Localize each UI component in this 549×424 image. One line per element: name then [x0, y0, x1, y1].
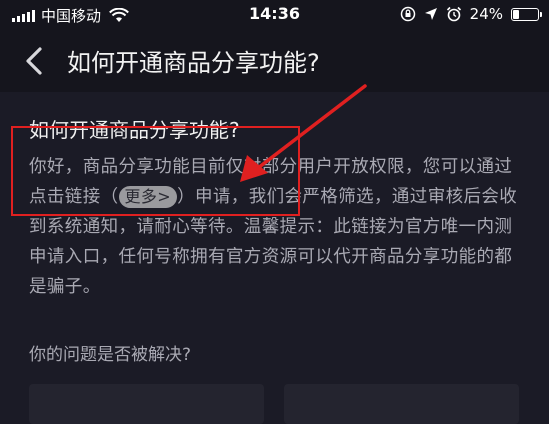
resolved-question: 你的问题是否被解决?	[29, 345, 192, 365]
article-body: 你好，商品分享功能目前仅对部分用户开放权限，您可以通过点击链接（ 更多> ）申请，我…	[29, 152, 529, 302]
back-button[interactable]	[18, 44, 52, 78]
alarm-icon	[446, 6, 461, 22]
status-right: 24%	[400, 5, 542, 23]
feedback-option-yes[interactable]	[29, 384, 264, 424]
rotation-lock-icon	[400, 6, 415, 22]
chevron-left-icon	[26, 47, 42, 75]
status-bar: 中国移动 14:36 24%	[0, 0, 549, 30]
nav-bar: 如何开通商品分享功能?	[0, 30, 549, 92]
article-content: 如何开通商品分享功能? 你好，商品分享功能目前仅对部分用户开放权限，您可以通过点…	[0, 92, 549, 424]
battery-icon	[511, 7, 542, 21]
battery-fill	[513, 9, 519, 19]
location-icon	[424, 8, 437, 20]
feedback-option-no[interactable]	[284, 384, 519, 424]
article-title: 如何开通商品分享功能?	[29, 118, 240, 142]
more-link[interactable]: 更多>	[118, 186, 178, 208]
nav-title: 如何开通商品分享功能?	[67, 49, 320, 77]
battery-percent: 24%	[469, 5, 503, 23]
